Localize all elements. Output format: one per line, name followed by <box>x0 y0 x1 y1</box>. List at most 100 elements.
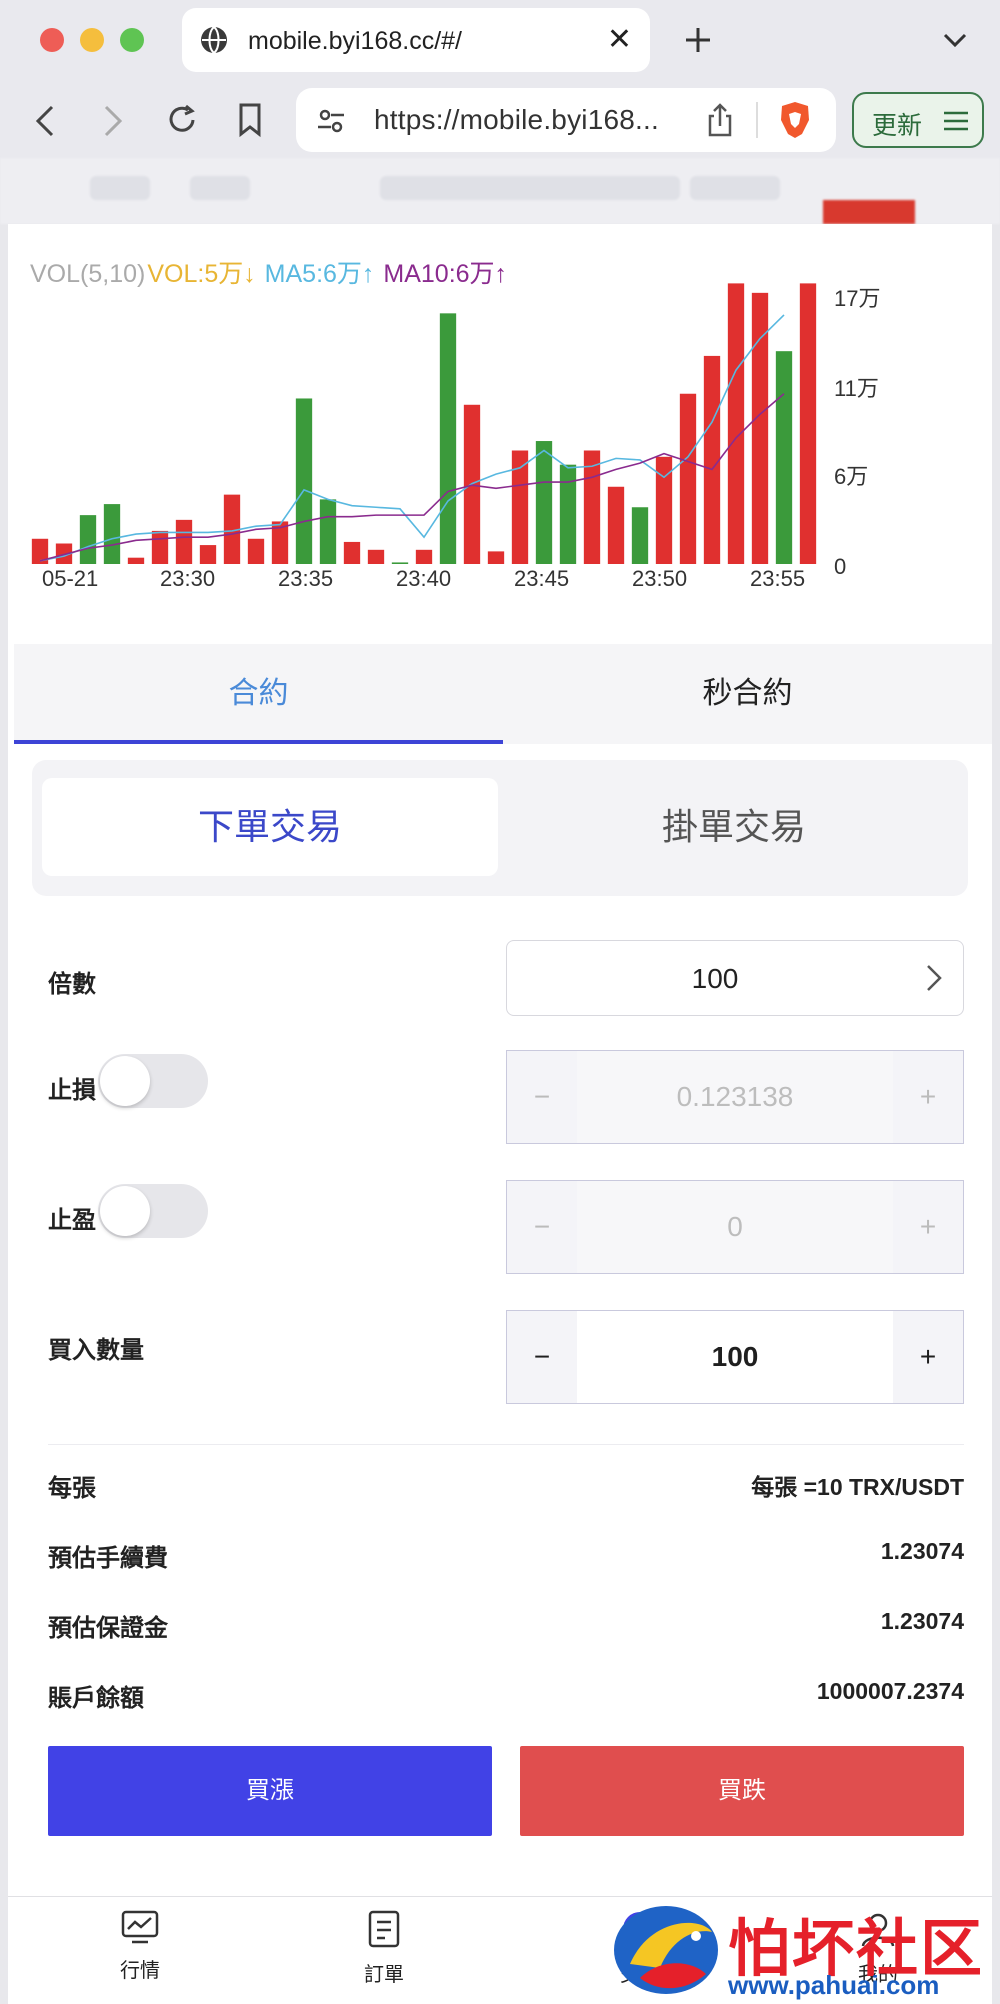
per-contract-label: 每張 <box>48 1475 96 1502</box>
update-label: 更新 <box>872 112 923 140</box>
leverage-label: 倍數 <box>48 971 96 998</box>
nav-orders-label: 訂單 <box>364 1964 404 1986</box>
volume-bar <box>343 541 361 564</box>
stop-loss-input[interactable]: 0.123138 <box>577 1051 893 1143</box>
toggle-knob <box>100 1056 150 1106</box>
nav-market[interactable]: 行情 <box>80 1909 200 1983</box>
volume-bar <box>367 549 385 564</box>
toggle-knob <box>100 1186 150 1236</box>
y-tick-label: 17万 <box>834 286 880 311</box>
market-order-tab[interactable]: 下單交易 <box>42 778 498 876</box>
limit-order-tab[interactable]: 掛單交易 <box>510 778 958 876</box>
ma10-line <box>39 393 785 562</box>
quantity-label: 買入數量 <box>48 1337 144 1364</box>
volume-bar <box>415 549 433 564</box>
price-tag-ghost <box>823 200 915 224</box>
active-tab-underline <box>14 740 503 744</box>
volume-bar <box>799 283 817 564</box>
bookmark-icon[interactable] <box>236 102 264 138</box>
margin-label: 預估保證金 <box>48 1615 168 1642</box>
volume-bar <box>247 538 265 564</box>
window-maximize-button[interactable] <box>120 28 144 52</box>
window-close-button[interactable] <box>40 28 64 52</box>
watermark-url: www.pahuai.com <box>728 1970 940 2000</box>
trading-page: VOL(5,10)VOL:5万↓ MA5:6万↑ MA10:6万↑ 17万 11万… <box>8 224 992 2004</box>
buy-down-button[interactable]: 買跌 <box>520 1746 964 1836</box>
tab-contract[interactable]: 合約 <box>14 644 503 744</box>
site-settings-icon[interactable] <box>316 106 346 136</box>
volume-bar <box>703 355 721 564</box>
volume-bar <box>679 393 697 564</box>
stop-loss-plus-button[interactable]: + <box>893 1051 963 1143</box>
nav-orders[interactable]: 訂單 <box>324 1909 444 1987</box>
take-profit-plus-button[interactable]: + <box>893 1181 963 1273</box>
buy-up-button[interactable]: 買漲 <box>48 1746 492 1836</box>
take-profit-toggle[interactable] <box>98 1184 208 1238</box>
browser-chrome: mobile.byi168.cc/#/ ✕ https://mobile.byi… <box>0 0 1000 160</box>
volume-bar <box>391 562 409 564</box>
x-tick-label: 23:40 <box>396 566 451 591</box>
quantity-minus-button[interactable]: − <box>507 1311 577 1403</box>
brave-shield-icon[interactable] <box>778 100 812 140</box>
balance-value: 1000007.2374 <box>816 1678 964 1704</box>
volume-bar <box>103 504 121 564</box>
url-text: https://mobile.byi168... <box>374 104 659 135</box>
forward-icon[interactable] <box>102 104 124 138</box>
fee-value: 1.23074 <box>880 1538 964 1564</box>
order-type-switch: 下單交易 掛單交易 <box>32 760 968 896</box>
volume-bar <box>319 499 337 564</box>
balance-label: 賬戶餘額 <box>48 1685 144 1712</box>
fee-label: 預估手續費 <box>48 1545 168 1572</box>
take-profit-minus-button[interactable]: − <box>507 1181 577 1273</box>
volume-bar <box>583 450 601 564</box>
volume-bar <box>631 507 649 564</box>
document-icon <box>368 1910 400 1948</box>
new-tab-icon[interactable] <box>682 24 714 56</box>
volume-bar <box>535 441 553 564</box>
watermark: 怕坏社区 www.pahuai.com <box>600 1898 1000 2004</box>
x-tick-label: 23:50 <box>632 566 687 591</box>
quantity-plus-button[interactable]: + <box>893 1311 963 1403</box>
update-button[interactable]: 更新 <box>852 92 984 148</box>
stop-loss-label: 止損 <box>48 1077 96 1104</box>
stop-loss-stepper: − 0.123138 + <box>506 1050 964 1144</box>
volume-bar <box>607 486 625 564</box>
share-icon[interactable] <box>706 102 734 138</box>
tab-seconds-contract[interactable]: 秒合約 <box>503 644 992 744</box>
take-profit-label: 止盈 <box>48 1207 96 1234</box>
x-tick-label: 23:30 <box>160 566 215 591</box>
quantity-input[interactable]: 100 <box>577 1311 893 1403</box>
reload-icon[interactable] <box>164 102 200 138</box>
back-icon[interactable] <box>34 104 56 138</box>
volume-chart: VOL(5,10)VOL:5万↓ MA5:6万↑ MA10:6万↑ 17万 11万… <box>8 224 992 644</box>
take-profit-input[interactable]: 0 <box>577 1181 893 1273</box>
y-tick-label: 6万 <box>834 464 868 489</box>
stop-loss-minus-button[interactable]: − <box>507 1051 577 1143</box>
tab-contract-label: 合約 <box>228 677 289 710</box>
volume-bar <box>175 519 193 564</box>
tab-seconds-label: 秒合約 <box>702 677 793 710</box>
x-tick-label: 23:35 <box>278 566 333 591</box>
address-bar[interactable]: https://mobile.byi168... <box>296 88 836 152</box>
chevron-right-icon <box>927 965 942 991</box>
stop-loss-toggle[interactable] <box>98 1054 208 1108</box>
close-tab-icon[interactable]: ✕ <box>607 22 632 57</box>
quantity-stepper: − 100 + <box>506 1310 964 1404</box>
browser-tab[interactable]: mobile.byi168.cc/#/ ✕ <box>182 8 650 72</box>
x-tick-label: 23:55 <box>750 566 805 591</box>
x-tick-label: 05-21 <box>42 566 98 591</box>
leverage-value: 100 <box>691 963 739 994</box>
tab-title: mobile.byi168.cc/#/ <box>248 27 463 55</box>
ma5-line <box>39 314 785 562</box>
divider <box>48 1444 964 1445</box>
volume-bar <box>199 545 217 564</box>
y-tick-label: 0 <box>834 554 846 579</box>
tab-list-chevron-icon[interactable] <box>942 30 968 50</box>
scrolled-content-ghost <box>0 158 1000 224</box>
take-profit-stepper: − 0 + <box>506 1180 964 1274</box>
window-minimize-button[interactable] <box>80 28 104 52</box>
volume-bar <box>79 515 97 564</box>
leverage-select[interactable]: 100 <box>506 940 964 1016</box>
chart-canvas: 17万 11万 6万 0 05-21 23:30 23:35 23:40 23:45 23:50 2… <box>31 283 880 591</box>
volume-bar <box>439 313 457 564</box>
